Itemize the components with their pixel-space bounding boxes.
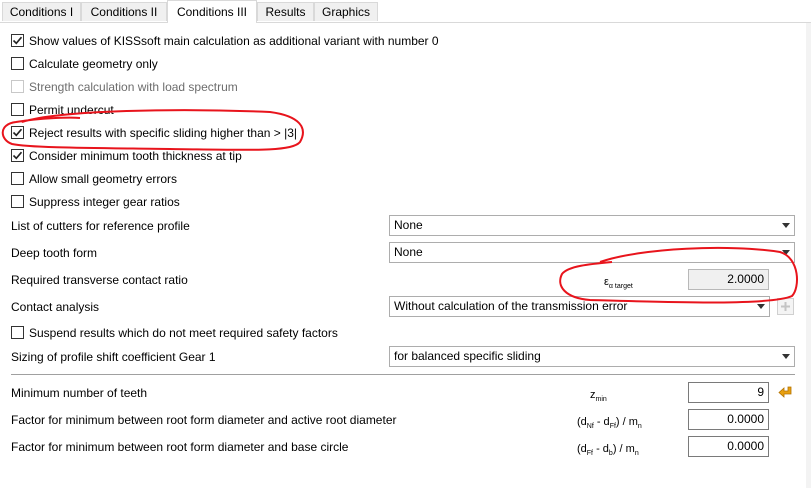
tab-label: Graphics: [321, 5, 371, 19]
tab-results[interactable]: Results: [257, 2, 314, 21]
tab-label: Results: [265, 5, 306, 19]
chevron-down-icon: [782, 354, 790, 359]
symbol-part: - d: [593, 416, 610, 428]
reject-sliding-label: Reject results with specific sliding hig…: [29, 126, 298, 140]
contact-analysis-label: Contact analysis: [11, 300, 100, 314]
cutters-value: None: [394, 218, 423, 232]
deep-tooth-value: None: [394, 245, 423, 259]
suspend-results-label: Suspend results which do not meet requir…: [29, 326, 338, 340]
cutters-select[interactable]: None: [389, 215, 795, 236]
chevron-down-icon: [782, 250, 790, 255]
symbol-sub: n: [637, 423, 642, 431]
factor-base-circle-input[interactable]: 0.0000: [688, 436, 769, 457]
contact-ratio-label: Required transverse contact ratio: [11, 273, 188, 287]
cutters-label: List of cutters for reference profile: [11, 219, 190, 233]
chevron-down-icon: [757, 304, 765, 309]
contact-analysis-select[interactable]: Without calculation of the transmission …: [389, 296, 770, 317]
tab-conditions-iii[interactable]: Conditions III: [167, 0, 257, 23]
tab-bar: Conditions I Conditions II Conditions II…: [0, 0, 811, 23]
contact-analysis-options-button[interactable]: [776, 297, 795, 316]
calculate-geometry-label: Calculate geometry only: [29, 57, 158, 71]
permit-undercut-checkbox[interactable]: [11, 103, 24, 116]
small-geometry-errors-label: Allow small geometry errors: [29, 172, 178, 186]
symbol-sub: min: [595, 396, 607, 404]
vertical-scrollbar[interactable]: [806, 23, 811, 488]
symbol-sub: n: [634, 450, 639, 458]
tab-conditions-i[interactable]: Conditions I: [2, 2, 81, 21]
min-tooth-thickness-checkbox[interactable]: [11, 149, 24, 162]
sizing-shift-label: Sizing of profile shift coefficient Gear…: [11, 350, 216, 364]
strength-spectrum-checkbox[interactable]: [11, 80, 24, 93]
sizing-shift-value: for balanced specific sliding: [394, 349, 541, 363]
symbol-part: - d: [593, 443, 609, 455]
tab-label: Conditions II: [90, 5, 158, 19]
reject-sliding-checkbox[interactable]: [11, 126, 24, 139]
symbol-part: (d: [577, 443, 587, 455]
import-value-button[interactable]: [776, 383, 795, 402]
permit-undercut-label: Permit undercut: [29, 103, 114, 117]
min-teeth-label: Minimum number of teeth: [11, 386, 148, 400]
min-teeth-symbol: zmin: [590, 388, 607, 407]
symbol-sub: α target: [608, 283, 633, 291]
symbol-part: (d: [577, 416, 587, 428]
suppress-integer-checkbox[interactable]: [11, 195, 24, 208]
tab-label: Conditions III: [176, 5, 248, 19]
factor-active-root-label: Factor for minimum between root form dia…: [11, 413, 397, 427]
deep-tooth-label: Deep tooth form: [11, 246, 98, 260]
suspend-results-checkbox[interactable]: [11, 326, 24, 339]
symbol-part: ) / m: [615, 416, 638, 428]
factor-base-circle-label: Factor for minimum between root form dia…: [11, 440, 349, 454]
min-teeth-input[interactable]: 9: [688, 382, 769, 403]
contact-analysis-value: Without calculation of the transmission …: [394, 299, 628, 313]
show-values-checkbox[interactable]: [11, 34, 24, 47]
tab-graphics[interactable]: Graphics: [314, 2, 378, 21]
section-divider: [11, 374, 795, 375]
check-icon: [12, 128, 23, 137]
min-tooth-thickness-label: Consider minimum tooth thickness at tip: [29, 149, 242, 163]
plus-icon: [777, 298, 794, 315]
check-icon: [12, 151, 23, 160]
sizing-shift-select[interactable]: for balanced specific sliding: [389, 346, 795, 367]
contact-ratio-input[interactable]: 2.0000: [688, 269, 769, 290]
deep-tooth-select[interactable]: None: [389, 242, 795, 263]
factor-active-root-input[interactable]: 0.0000: [688, 409, 769, 430]
strength-spectrum-label: Strength calculation with load spectrum: [29, 80, 238, 94]
suppress-integer-label: Suppress integer gear ratios: [29, 195, 180, 209]
symbol-sub: Nf: [586, 423, 594, 431]
chevron-down-icon: [782, 223, 790, 228]
arrow-left-icon: [778, 386, 792, 398]
factor-active-root-symbol: (dNf - dFf) / mn: [577, 415, 642, 434]
symbol-part: ) / m: [612, 443, 635, 455]
check-icon: [12, 36, 23, 45]
show-values-label: Show values of KISSsoft main calculation…: [29, 34, 439, 48]
tab-label: Conditions I: [9, 5, 74, 19]
small-geometry-errors-checkbox[interactable]: [11, 172, 24, 185]
calculate-geometry-checkbox[interactable]: [11, 57, 24, 70]
contact-ratio-symbol: εα target: [604, 275, 633, 294]
factor-base-circle-symbol: (dFf - db) / mn: [577, 442, 639, 461]
tab-conditions-ii[interactable]: Conditions II: [81, 2, 167, 21]
